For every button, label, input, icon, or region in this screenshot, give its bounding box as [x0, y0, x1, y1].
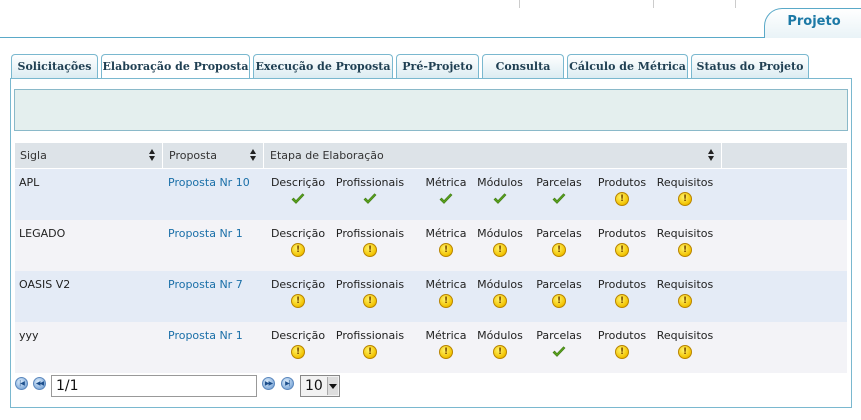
warning-icon: ! [678, 345, 692, 359]
warning-icon: ! [439, 243, 453, 257]
check-icon [439, 193, 453, 204]
tab-pre-projeto[interactable]: Pré-Projeto [396, 54, 479, 78]
col-etapa-header[interactable]: Etapa de Elaboração [265, 143, 722, 168]
col-sigla-header[interactable]: Sigla [15, 143, 163, 168]
proposta-link[interactable]: Proposta Nr 7 [168, 278, 243, 291]
stage-label: Profissionais [335, 278, 405, 291]
tab-elaboracao-proposta[interactable]: Elaboração de Proposta [101, 54, 250, 80]
last-page-icon[interactable]: ▶| [281, 377, 294, 390]
prev-page-icon[interactable]: ◀◀ [33, 377, 46, 390]
stage-label: Requisitos [656, 227, 714, 240]
top-separator [519, 0, 520, 8]
sort-icon[interactable] [708, 149, 715, 161]
stage-label: Descrição [270, 278, 326, 291]
stage-cell[interactable]: Profissionais! [330, 278, 410, 308]
warning-icon: ! [291, 345, 305, 359]
warning-icon: ! [493, 345, 507, 359]
warning-icon: ! [493, 243, 507, 257]
stage-label: Requisitos [656, 176, 714, 189]
next-page-icon[interactable]: ▶▶ [262, 377, 275, 390]
page-size-select[interactable]: 10 [300, 375, 340, 397]
stage-cell[interactable]: Requisitos! [645, 329, 725, 359]
top-separator [735, 0, 736, 8]
tab-calculo-metrica[interactable]: Cálculo de Métrica [567, 54, 688, 78]
check-icon [291, 193, 305, 204]
stage-cell[interactable]: Requisitos! [645, 278, 725, 308]
warning-icon: ! [678, 243, 692, 257]
tab-status-projeto[interactable]: Status do Projeto [691, 54, 809, 78]
warning-icon: ! [363, 294, 377, 308]
stage-cell[interactable]: Descrição! [258, 278, 338, 308]
chevron-down-icon [327, 377, 338, 395]
proposta-link[interactable]: Proposta Nr 1 [168, 329, 243, 342]
warning-icon: ! [439, 294, 453, 308]
tab-solicitacoes[interactable]: Solicitações [11, 54, 98, 78]
warning-icon: ! [291, 294, 305, 308]
stage-label: Descrição [270, 329, 326, 342]
info-box [14, 89, 848, 131]
sort-icon[interactable] [250, 149, 257, 161]
table-row[interactable]: LEGADO Proposta Nr 1 Descrição! Profissiona… [15, 220, 847, 271]
stage-cell[interactable]: Descrição! [258, 227, 338, 257]
col-etapa-label: Etapa de Elaboração [270, 149, 384, 162]
stage-cell[interactable]: Requisitos! [645, 227, 725, 257]
warning-icon: ! [615, 192, 629, 206]
sort-icon[interactable] [149, 149, 156, 161]
sigla-cell: OASIS V2 [19, 278, 71, 291]
warning-icon: ! [493, 294, 507, 308]
warning-icon: ! [678, 192, 692, 206]
warning-icon: ! [552, 243, 566, 257]
sigla-cell: LEGADO [19, 227, 66, 240]
proposta-link[interactable]: Proposta Nr 1 [168, 227, 243, 240]
tab-execucao-proposta[interactable]: Execução de Proposta [253, 54, 393, 78]
col-sigla-label: Sigla [20, 149, 47, 162]
stage-cell[interactable]: Profissionais [330, 176, 410, 206]
warning-icon: ! [678, 294, 692, 308]
col-proposta-label: Proposta [169, 149, 217, 162]
stage-cell[interactable]: Descrição [258, 176, 338, 206]
table-row[interactable]: OASIS V2 Proposta Nr 7 Descrição! Profissio… [15, 271, 847, 322]
stage-label: Descrição [270, 227, 326, 240]
check-icon [552, 346, 566, 357]
stage-label: Requisitos [656, 329, 714, 342]
check-icon [552, 193, 566, 204]
stage-label: Profissionais [335, 176, 405, 189]
warning-icon: ! [615, 345, 629, 359]
page-input[interactable]: 1/1 [51, 375, 257, 397]
top-separator [653, 0, 654, 8]
warning-icon: ! [439, 345, 453, 359]
stage-label: Descrição [270, 176, 326, 189]
grid-header: Sigla Proposta Etapa de Elaboração [15, 143, 847, 168]
warning-icon: ! [615, 243, 629, 257]
stage-cell[interactable]: Descrição! [258, 329, 338, 359]
warning-icon: ! [552, 294, 566, 308]
tab-consulta[interactable]: Consulta [482, 54, 564, 78]
sigla-cell: APL [19, 176, 40, 189]
stage-cell[interactable]: Profissionais! [330, 227, 410, 257]
check-icon [363, 193, 377, 204]
warning-icon: ! [363, 243, 377, 257]
check-icon [493, 193, 507, 204]
table-row[interactable]: APL Proposta Nr 10 Descrição Profissionais M… [15, 169, 847, 220]
warning-icon: ! [363, 345, 377, 359]
sigla-cell: yyy [19, 329, 39, 342]
stage-cell[interactable]: Profissionais! [330, 329, 410, 359]
col-proposta-header[interactable]: Proposta [164, 143, 264, 168]
proposta-link[interactable]: Proposta Nr 10 [168, 176, 250, 189]
warning-icon: ! [291, 243, 305, 257]
stage-cell[interactable]: Requisitos! [645, 176, 725, 206]
top-bar [0, 0, 861, 38]
first-page-icon[interactable]: |◀ [15, 377, 28, 390]
stage-label: Profissionais [335, 227, 405, 240]
warning-icon: ! [615, 294, 629, 308]
project-tab[interactable]: Projeto [764, 8, 861, 38]
table-row[interactable]: yyy Proposta Nr 1 Descrição! Profissionais!… [15, 322, 847, 373]
stage-label: Profissionais [335, 329, 405, 342]
top-tab-line [0, 37, 861, 38]
stage-label: Requisitos [656, 278, 714, 291]
page-size-value: 10 [305, 378, 323, 394]
